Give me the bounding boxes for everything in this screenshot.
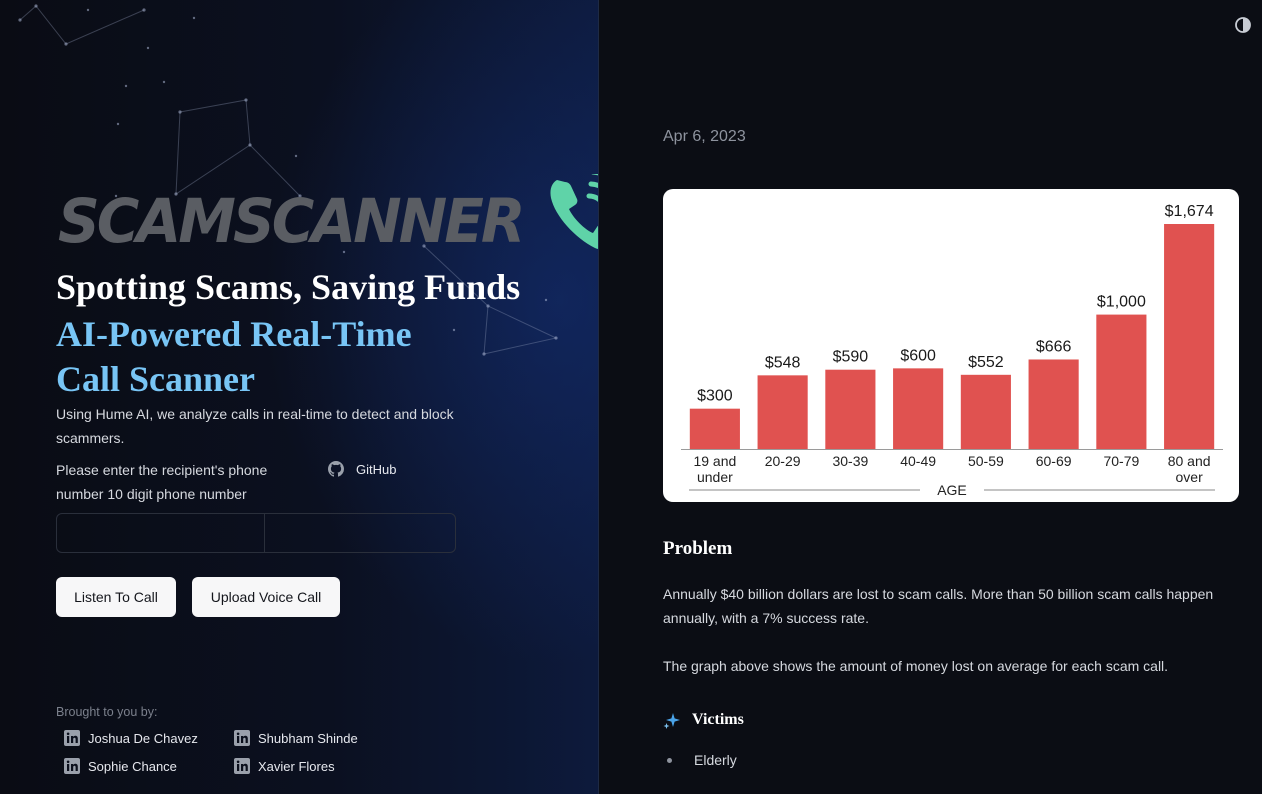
bar: [960, 374, 1011, 449]
article-panel: Apr 6, 2023 $300 19 and under $548 20-29 $590…: [599, 0, 1262, 794]
bar-value-label: $1,000: [1097, 294, 1146, 311]
page: SCAMSCANNER Spotting Scams, Saving Funds…: [0, 0, 1262, 794]
loss-by-age-chart: $300 19 and under $548 20-29 $590 30-39 $600 40-…: [663, 189, 1239, 502]
headline-line-1: AI-Powered Real-Time: [56, 314, 412, 354]
phone-digit-input[interactable]: [57, 514, 265, 552]
hero-panel: SCAMSCANNER Spotting Scams, Saving Funds…: [0, 0, 599, 794]
logo-wordmark: SCAMSCANNER: [58, 185, 526, 257]
team-member-name: Xavier Flores: [258, 758, 335, 774]
victims-list: Elderly: [667, 752, 737, 768]
victim-label: Elderly: [694, 752, 737, 768]
victims-heading: Victims: [692, 711, 744, 728]
phone-prompt: Please enter the recipient's phone numbe…: [56, 462, 268, 502]
phone-digit-inputs: [56, 513, 456, 553]
team-member-link[interactable]: Sophie Chance: [64, 758, 177, 774]
team-member-name: Joshua De Chavez: [88, 730, 198, 746]
phone-ringing-icon: [550, 174, 598, 250]
upload-voice-call-button[interactable]: Upload Voice Call: [192, 577, 340, 617]
bullet-dot: [667, 757, 672, 763]
problem-paragraph: Annually $40 billion dollars are lost to…: [663, 586, 1214, 626]
bar-chart: $300 19 andunder $548 20-29 $590 30-39 $600 40-…: [681, 203, 1223, 498]
listen-to-call-button[interactable]: Listen To Call: [56, 577, 176, 617]
linkedin-icon: [234, 730, 250, 746]
github-icon: [328, 461, 344, 477]
x-tick-label: under: [697, 469, 733, 485]
github-link[interactable]: GitHub: [328, 461, 396, 477]
problem-heading: Problem: [663, 538, 733, 559]
victims-header: Victims: [663, 711, 744, 729]
bar: [825, 369, 876, 449]
graph-explanation: The graph above shows the amount of mone…: [663, 658, 1169, 674]
bar-value-label: $600: [900, 347, 936, 364]
x-tick-label: 70-79: [1103, 453, 1139, 469]
headline: AI-Powered Real-Time Call Scanner: [56, 312, 556, 402]
github-label: GitHub: [356, 461, 397, 477]
bar-value-label: $666: [1036, 338, 1072, 355]
list-item: Elderly: [667, 752, 737, 768]
team-member-link[interactable]: Joshua De Chavez: [64, 730, 198, 746]
x-tick-label: 19 and: [693, 453, 736, 469]
sparkle-icon: [663, 712, 680, 729]
x-tick-label: 20-29: [765, 453, 801, 469]
bar: [893, 368, 944, 449]
bar: [1096, 314, 1147, 449]
x-tick-label: 40-49: [900, 453, 936, 469]
credits-heading: Brought to you by:: [56, 705, 158, 719]
hero-description: Using Hume AI, we analyze calls in real-…: [56, 406, 454, 446]
x-tick-label: over: [1176, 469, 1204, 485]
bar-value-label: $552: [968, 354, 1004, 371]
phone-digit-input[interactable]: [265, 514, 455, 552]
bar: [1028, 359, 1079, 449]
x-tick-label: 50-59: [968, 453, 1004, 469]
tagline: Spotting Scams, Saving Funds: [56, 267, 521, 307]
bar-value-label: $548: [765, 354, 801, 371]
bar: [757, 375, 808, 449]
contrast-toggle-icon[interactable]: [1235, 17, 1251, 33]
team-member-link[interactable]: Shubham Shinde: [234, 730, 358, 746]
bar-value-label: $1,674: [1165, 203, 1214, 220]
bar-value-label: $300: [697, 388, 733, 405]
x-axis-label: AGE: [937, 482, 967, 498]
bar-value-label: $590: [833, 349, 869, 366]
linkedin-icon: [64, 758, 80, 774]
x-tick-label: 30-39: [832, 453, 868, 469]
team-member-name: Sophie Chance: [88, 758, 177, 774]
team-member-name: Shubham Shinde: [258, 730, 358, 746]
team-member-link[interactable]: Xavier Flores: [234, 758, 335, 774]
linkedin-icon: [64, 730, 80, 746]
article-date: Apr 6, 2023: [663, 128, 746, 145]
x-tick-label: 80 and: [1168, 453, 1211, 469]
bar: [1164, 224, 1215, 449]
brand-logo: SCAMSCANNER: [58, 174, 598, 258]
x-tick-label: 60-69: [1036, 453, 1072, 469]
headline-line-2: Call Scanner: [56, 359, 256, 399]
bar: [689, 408, 740, 449]
linkedin-icon: [234, 758, 250, 774]
